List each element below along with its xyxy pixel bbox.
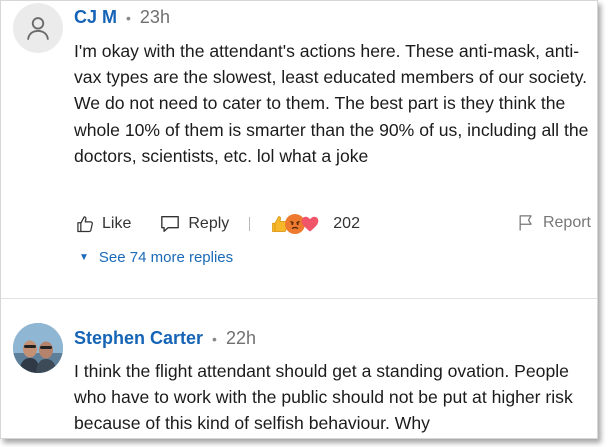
user-placeholder-icon [27, 17, 49, 40]
profile-photo-icon [13, 323, 63, 373]
author-name[interactable]: Stephen Carter [74, 328, 203, 349]
reply-label: Reply [188, 215, 230, 232]
reply-button[interactable]: Reply [159, 214, 229, 234]
action-divider [249, 217, 251, 231]
comment-header: CJ M • 23h [74, 7, 170, 28]
comment-divider [1, 298, 597, 299]
report-button[interactable]: Report [516, 213, 591, 233]
speech-bubble-icon [161, 216, 180, 232]
timestamp: 22h [225, 328, 256, 348]
flag-icon [519, 215, 532, 231]
comments-panel: CJ M • 23h I'm okay with the attendant's… [0, 0, 598, 439]
comment-text: I'm okay with the attendant's actions he… [74, 41, 589, 166]
author-name[interactable]: CJ M [74, 7, 117, 28]
timestamp: 23h [139, 7, 170, 27]
report-label: Report [542, 214, 591, 231]
avatar[interactable] [13, 323, 63, 373]
separator-dot: • [126, 9, 131, 26]
comment-header: Stephen Carter • 22h [74, 328, 256, 349]
like-button[interactable]: Like [75, 214, 131, 234]
like-label: Like [102, 215, 132, 232]
separator-dot: • [212, 330, 217, 347]
see-more-replies-link[interactable]: ▼ See 74 more replies [79, 249, 233, 266]
chevron-down-icon: ▼ [79, 252, 89, 263]
comment-text: I think the flight attendant should get … [74, 361, 573, 434]
thumbs-up-icon [77, 216, 93, 233]
see-more-replies-label: See 74 more replies [98, 249, 234, 266]
reaction-count: 202 [333, 215, 360, 232]
avatar[interactable] [13, 3, 63, 53]
comment-actions: Like Reply 202 Report [75, 211, 591, 237]
heart-icon [300, 214, 320, 234]
reactions-summary[interactable]: 202 [270, 214, 360, 234]
